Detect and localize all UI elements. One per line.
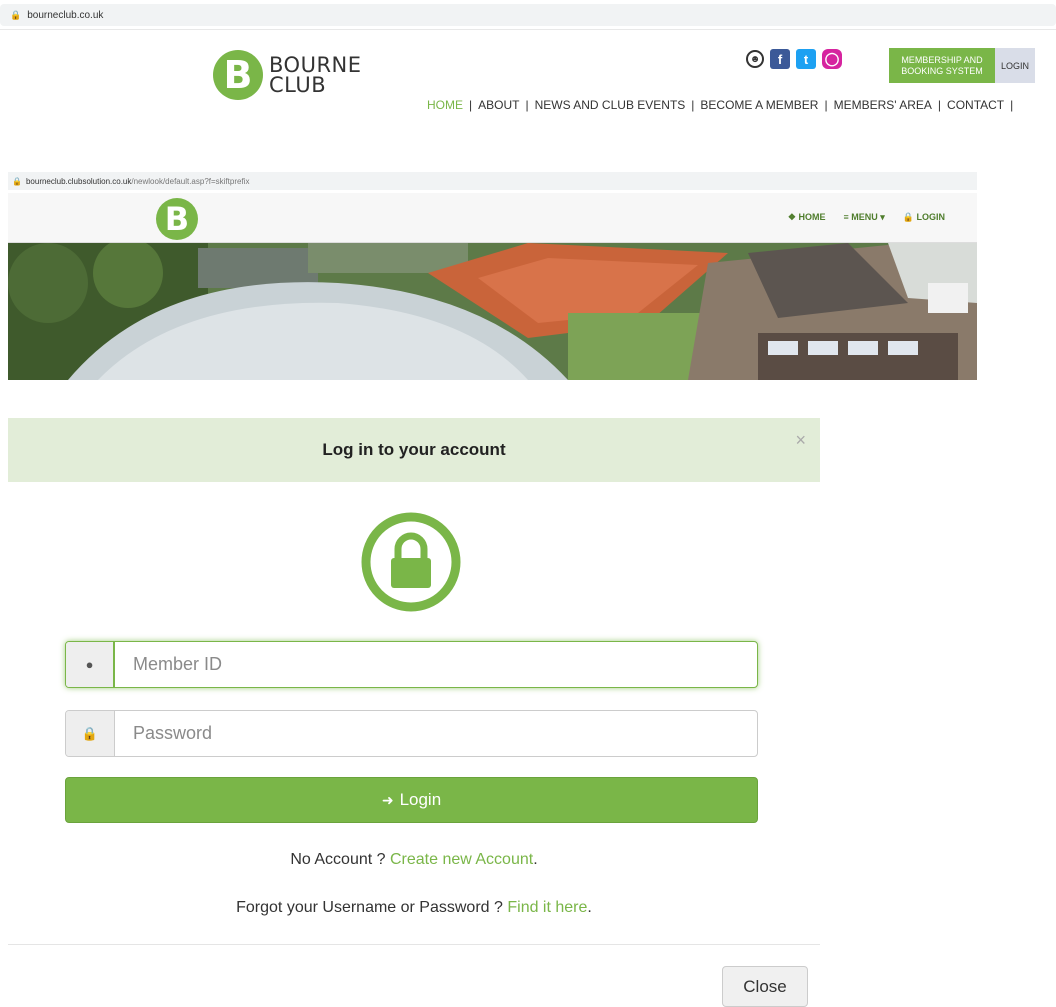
subsite-menu-link[interactable]: ≡ MENU ▾	[843, 212, 884, 223]
membership-line-1: MEMBERSHIP AND	[901, 54, 983, 65]
club-aerial-photo	[8, 243, 977, 380]
create-account-link[interactable]: Create new Account	[390, 851, 533, 868]
social-icons: ☻ f t ◯	[746, 49, 842, 69]
lock-icon: 🔒	[12, 176, 22, 186]
browser-url-bar[interactable]: 🔒 bourneclub.co.uk	[0, 4, 1056, 26]
logo-text: BOURNE CLUB	[269, 53, 362, 97]
forgot-text: Forgot your Username or Password ?	[236, 899, 503, 916]
subsite-home-label: HOME	[798, 212, 826, 222]
lock-icon: 🔒	[10, 9, 22, 20]
period: .	[587, 899, 592, 916]
forgot-line: Forgot your Username or Password ? Find …	[8, 899, 820, 917]
nav-about[interactable]: ABOUT	[478, 98, 519, 112]
user-icon[interactable]: ☻	[746, 50, 764, 68]
membership-line-2: BOOKING SYSTEM	[901, 65, 983, 76]
no-account-line: No Account ? Create new Account.	[8, 851, 820, 869]
nav-separator: |	[824, 98, 828, 112]
twitter-icon[interactable]: t	[796, 49, 816, 69]
subsite-navbar: B ❖ HOME ≡ MENU ▾ 🔒 LOGIN	[8, 193, 977, 243]
nav-news[interactable]: NEWS AND CLUB EVENTS	[535, 98, 686, 112]
facebook-icon[interactable]: f	[770, 49, 790, 69]
url-host: bourneclub.clubsolution.co.uk	[25, 176, 132, 186]
period: .	[533, 851, 538, 868]
subsite-links: ❖ HOME ≡ MENU ▾ 🔒 LOGIN	[788, 212, 945, 223]
divider	[0, 29, 1056, 30]
password-field: 🔒	[65, 710, 758, 757]
no-account-text: No Account ?	[290, 851, 386, 868]
nav-separator: |	[937, 98, 942, 112]
nav-become-member[interactable]: BECOME A MEMBER	[700, 98, 818, 112]
subsite-menu-label: MENU	[851, 212, 878, 222]
sign-in-icon: ➜	[381, 791, 394, 808]
user-icon: ●	[66, 642, 115, 687]
url-path: /newlook/default.asp?f=skiftprefix	[131, 176, 250, 186]
login-button-label: Login	[399, 790, 442, 809]
member-id-input[interactable]	[115, 642, 757, 687]
nav-separator: |	[525, 98, 529, 112]
subsite-login-label: LOGIN	[916, 212, 946, 222]
instagram-icon[interactable]: ◯	[822, 49, 842, 69]
url-text: bourneclub.co.uk	[27, 9, 104, 21]
nav-separator: |	[691, 98, 695, 112]
subsite-logo[interactable]: B	[156, 198, 198, 240]
password-input[interactable]	[115, 711, 757, 756]
header-login-button[interactable]: LOGIN	[995, 48, 1035, 83]
logo-line-1: BOURNE	[269, 53, 362, 77]
logo-line-2: CLUB	[269, 73, 327, 97]
modal-title: Log in to your account	[322, 440, 506, 459]
membership-booking-button[interactable]: MEMBERSHIP AND BOOKING SYSTEM	[889, 48, 995, 83]
close-button[interactable]: Close	[722, 966, 808, 1007]
close-icon[interactable]: ×	[795, 430, 806, 451]
nav-home[interactable]: HOME	[427, 98, 463, 112]
lock-icon: 🔒	[66, 711, 115, 756]
main-nav: HOME | ABOUT | NEWS AND CLUB EVENTS | BECOME A…	[427, 98, 1019, 112]
modal-footer-divider	[8, 944, 820, 945]
nav-contact[interactable]: CONTACT	[947, 98, 1004, 112]
nav-separator: |	[469, 98, 473, 112]
logo-mark: B	[213, 50, 263, 100]
nav-separator: |	[1010, 98, 1014, 112]
subsite-home-link[interactable]: ❖ HOME	[788, 212, 826, 223]
second-url-bar[interactable]: 🔒 bourneclub.clubsolution.co.uk/newlook/…	[8, 172, 977, 190]
login-button[interactable]: ➜ Login	[65, 777, 758, 823]
member-id-field: ●	[65, 641, 758, 688]
find-it-here-link[interactable]: Find it here	[507, 899, 587, 916]
lock-icon	[361, 512, 461, 612]
modal-header: Log in to your account ×	[8, 418, 820, 482]
nav-members-area[interactable]: MEMBERS' AREA	[834, 98, 932, 112]
subsite-login-link[interactable]: 🔒 LOGIN	[903, 212, 945, 223]
site-logo[interactable]: B BOURNE CLUB	[213, 50, 362, 100]
